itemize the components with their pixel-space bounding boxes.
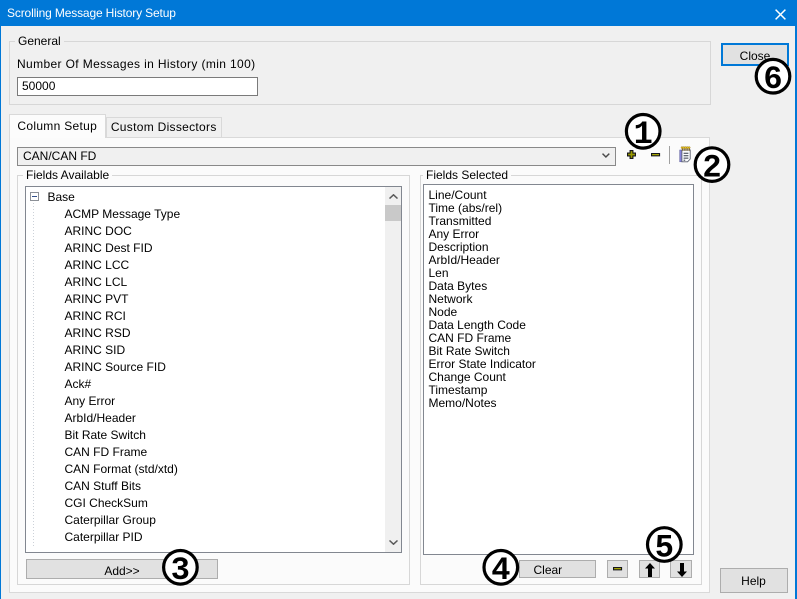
svg-text:2: 2 <box>702 149 721 186</box>
svg-text:4: 4 <box>491 552 510 589</box>
svg-text:1: 1 <box>634 116 653 153</box>
svg-text:3: 3 <box>171 552 190 589</box>
svg-text:5: 5 <box>655 529 674 566</box>
svg-text:6: 6 <box>763 61 782 98</box>
